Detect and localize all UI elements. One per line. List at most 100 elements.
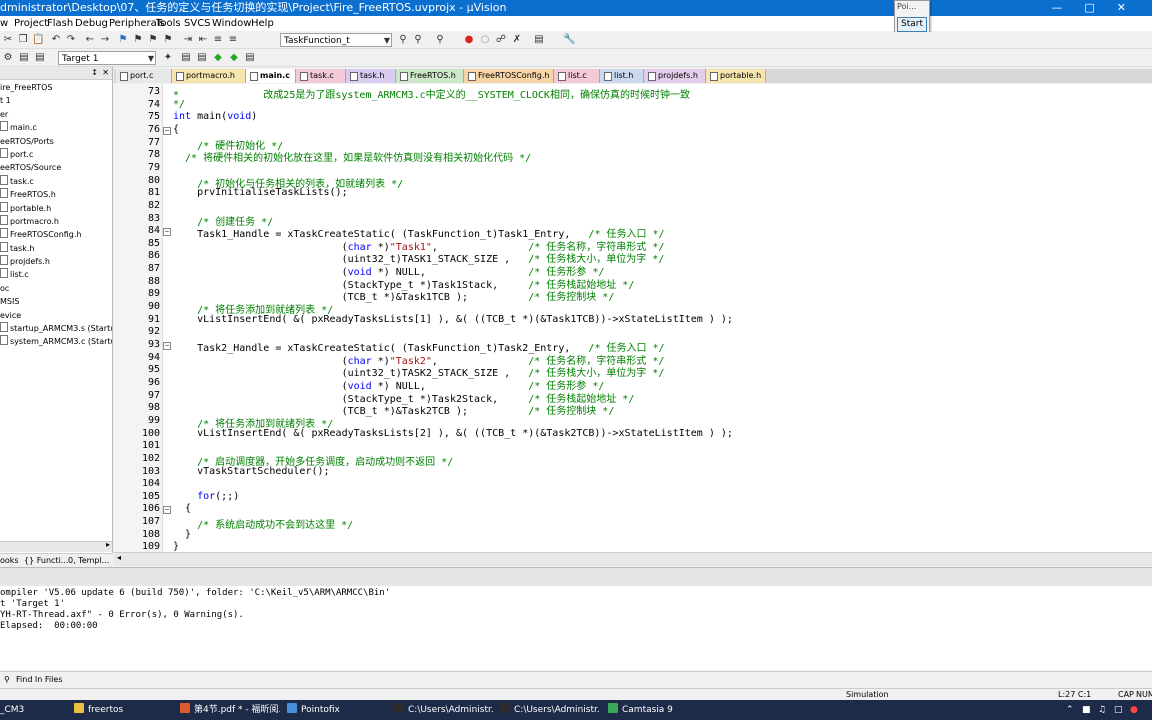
tree-item[interactable]: oc [0, 282, 112, 295]
tab-task-h[interactable]: task.h [346, 69, 396, 83]
tab-books[interactable]: ooks [0, 554, 19, 567]
tree-item[interactable]: task.h [0, 241, 112, 255]
nav-back-icon[interactable]: ← [84, 34, 96, 46]
window-layout-icon[interactable]: ▤ [533, 34, 545, 46]
tab-port-c[interactable]: port.c [116, 69, 172, 83]
start-button[interactable]: Start [897, 17, 927, 32]
build-icon[interactable]: ▤ [18, 52, 30, 64]
tab-functions[interactable]: {} Functi... [24, 554, 68, 567]
menu-flash[interactable]: Flash [47, 16, 73, 31]
nav-forward-icon[interactable]: → [99, 34, 111, 46]
target-combo[interactable]: Target 1 ▼ [58, 51, 156, 65]
tab-templates[interactable]: 0, Templ... [68, 554, 109, 567]
volume-icon[interactable]: ♫ [1098, 700, 1106, 720]
tab-task-c[interactable]: task.c [296, 69, 346, 83]
breakpoint-kill-icon[interactable]: ✗ [511, 34, 523, 46]
tree-item[interactable]: system_ARMCM3.c (Startup) [0, 335, 112, 348]
undo-icon[interactable]: ↶ [50, 34, 62, 46]
tree-item[interactable]: MSIS [0, 295, 112, 308]
taskbar-item[interactable]: 第4节.pdf * - 福昕阅... [180, 700, 280, 720]
tab-portmacro-h[interactable]: portmacro.h [172, 69, 246, 83]
menu-help[interactable]: Help [251, 16, 274, 31]
tab-freertosconfig-h[interactable]: FreeRTOSConfig.h [464, 69, 554, 83]
fold-icon[interactable]: − [163, 126, 171, 135]
manage-components-icon[interactable]: ▤ [196, 52, 208, 64]
chevron-right-icon[interactable]: ▸ [106, 540, 110, 549]
chevron-left-icon[interactable]: ◂ [117, 553, 121, 562]
fold-icon[interactable]: − [163, 228, 171, 237]
find-icon[interactable]: ⚲ [397, 34, 409, 46]
taskbar-item[interactable]: _CM3 [0, 700, 70, 720]
fold-icon[interactable]: − [163, 506, 171, 515]
pack-installer-icon[interactable]: ◆ [228, 52, 240, 64]
component-icon[interactable]: ◆ [212, 52, 224, 64]
tab-list-c[interactable]: list.c [554, 69, 600, 83]
menu-svcs[interactable]: SVCS [184, 16, 211, 31]
tree-item[interactable]: eeRTOS/Source [0, 161, 112, 174]
indent-icon[interactable]: ⇥ [182, 34, 194, 46]
close-icon[interactable]: ✕ [102, 67, 109, 79]
load-icon[interactable]: ▤ [180, 52, 192, 64]
fold-icon[interactable]: − [163, 342, 171, 350]
tree-item[interactable]: port.c [0, 147, 112, 161]
taskbar-item[interactable]: freertos [74, 700, 174, 720]
taskbar-item[interactable]: Pointofix [287, 700, 387, 720]
pin-icon[interactable]: ↕ [91, 67, 98, 79]
translate-icon[interactable]: ⚙ [2, 52, 14, 64]
menu-debug[interactable]: Debug [75, 16, 108, 31]
tree-item[interactable]: evice [0, 309, 112, 322]
bookmark-prev-icon[interactable]: ⚑ [132, 34, 144, 46]
tree-item[interactable]: portable.h [0, 201, 112, 215]
paste-icon[interactable]: 📋 [32, 34, 44, 46]
tree-item[interactable]: FreeRTOSConfig.h [0, 228, 112, 241]
function-combo[interactable]: TaskFunction_t ▼ [280, 33, 392, 47]
taskbar-item[interactable]: C:\Users\Administr... [500, 700, 600, 720]
project-panel-scrollbar[interactable]: ▸ [0, 540, 112, 552]
editor-horizontal-scrollbar[interactable]: ◂ [114, 552, 1152, 566]
tree-item[interactable]: startup_ARMCM3.s (Startup) [0, 322, 112, 335]
tab-projdefs-h[interactable]: projdefs.h [644, 69, 706, 83]
breakpoint-clear-icon[interactable]: ☍ [495, 34, 507, 46]
taskbar-item[interactable]: C:\Users\Administr... [394, 700, 494, 720]
tree-item[interactable]: er [0, 108, 112, 121]
network-icon[interactable]: ■ [1082, 700, 1091, 720]
menu-view[interactable]: w [0, 16, 8, 31]
breakpoint-disable-icon[interactable]: ○ [479, 34, 491, 46]
breakpoint-icon[interactable]: ● [463, 34, 475, 46]
tree-item[interactable]: task.c [0, 174, 112, 188]
tree-item[interactable]: ire_FreeRTOS [0, 81, 112, 94]
tree-item[interactable]: eeRTOS/Ports [0, 135, 112, 148]
code-editor[interactable]: 73 74 75 76 77 78 79 80 81 82 83 84 85 86 87 88 89 90 91 92… [114, 84, 1152, 552]
tree-item[interactable]: t 1 [0, 94, 112, 107]
input-method-icon[interactable]: □ [1114, 700, 1123, 720]
target-options-icon[interactable]: ✦ [162, 52, 174, 64]
unindent-icon[interactable]: ⇤ [197, 34, 209, 46]
tree-item[interactable]: projdefs.h [0, 255, 112, 268]
tab-portable-h[interactable]: portable.h [706, 69, 766, 83]
menu-project[interactable]: Project [14, 16, 48, 31]
tab-find-in-files[interactable]: Find In Files [16, 672, 62, 688]
find-in-files-icon[interactable]: ⚲ [412, 34, 424, 46]
books-icon[interactable]: ▤ [244, 52, 256, 64]
copy-icon[interactable]: ❐ [17, 34, 29, 46]
window-controls[interactable]: —□✕ [1051, 0, 1148, 16]
bookmark-next-icon[interactable]: ⚑ [147, 34, 159, 46]
tab-list-h[interactable]: list.h [600, 69, 644, 83]
rebuild-icon[interactable]: ▤ [34, 52, 46, 64]
comment-icon[interactable]: ≡ [212, 34, 224, 46]
bookmark-icon[interactable]: ⚑ [117, 34, 129, 46]
tree-item[interactable]: FreeRTOS.h [0, 188, 112, 201]
bookmark-clear-icon[interactable]: ⚑ [162, 34, 174, 46]
menu-window[interactable]: Window [212, 16, 251, 31]
tab-freertos-h[interactable]: FreeRTOS.h [396, 69, 464, 83]
taskbar-item[interactable]: Camtasia 9 [608, 700, 708, 720]
cut-icon[interactable]: ✂ [2, 34, 14, 46]
tree-item[interactable]: portmacro.h [0, 214, 112, 228]
chevron-up-icon[interactable]: ⌃ [1066, 700, 1074, 720]
app-tray-icon[interactable]: ● [1130, 700, 1138, 720]
tree-item[interactable]: main.c [0, 121, 112, 134]
menu-tools[interactable]: Tools [156, 16, 181, 31]
redo-icon[interactable]: ↷ [65, 34, 77, 46]
tools-icon[interactable]: 🔧 [563, 34, 575, 46]
uncomment-icon[interactable]: ≡ [227, 34, 239, 46]
